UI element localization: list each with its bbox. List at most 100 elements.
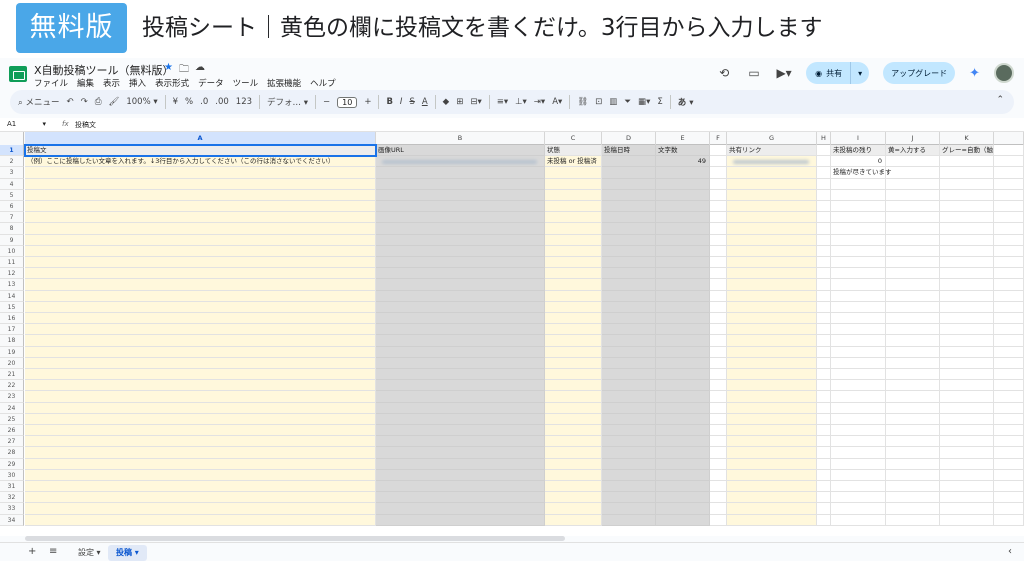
- cell[interactable]: [602, 279, 656, 291]
- cell[interactable]: [994, 380, 1024, 392]
- cell[interactable]: [831, 413, 886, 425]
- menu-item[interactable]: 表示形式: [155, 77, 189, 89]
- cell[interactable]: [940, 391, 994, 403]
- cell[interactable]: [602, 458, 656, 470]
- cell[interactable]: [886, 402, 940, 414]
- cell[interactable]: [886, 313, 940, 325]
- cell[interactable]: [817, 156, 831, 168]
- cell[interactable]: [376, 458, 545, 470]
- cell[interactable]: [545, 413, 602, 425]
- cell[interactable]: [886, 425, 940, 437]
- cell[interactable]: [602, 492, 656, 504]
- font-select[interactable]: デフォ… ▾: [267, 96, 308, 108]
- cell[interactable]: [940, 324, 994, 336]
- cell[interactable]: [376, 167, 545, 179]
- menu-item[interactable]: 拡張機能: [267, 77, 301, 89]
- cell[interactable]: [940, 223, 994, 235]
- cell[interactable]: [710, 324, 727, 336]
- add-sheet-icon[interactable]: +: [28, 546, 36, 557]
- name-box[interactable]: A1 ▾: [7, 120, 53, 128]
- cell[interactable]: [545, 268, 602, 280]
- cell[interactable]: [376, 436, 545, 448]
- cell[interactable]: [602, 234, 656, 246]
- cell[interactable]: [831, 234, 886, 246]
- cell[interactable]: [831, 189, 886, 201]
- cell[interactable]: [994, 234, 1024, 246]
- cell[interactable]: [831, 245, 886, 257]
- cell[interactable]: [656, 447, 710, 459]
- cell[interactable]: [727, 212, 817, 224]
- cell[interactable]: [886, 178, 940, 190]
- cell[interactable]: [545, 201, 602, 213]
- cell[interactable]: [886, 290, 940, 302]
- comment-add-icon[interactable]: ⊡: [595, 97, 602, 107]
- cell[interactable]: [886, 301, 940, 313]
- cell[interactable]: [940, 167, 994, 179]
- cell[interactable]: [727, 503, 817, 515]
- cell[interactable]: [656, 391, 710, 403]
- row-number[interactable]: 4: [0, 178, 24, 190]
- cell[interactable]: [710, 413, 727, 425]
- cell[interactable]: [817, 279, 831, 291]
- cell[interactable]: [656, 469, 710, 481]
- cell[interactable]: [25, 503, 376, 515]
- cell[interactable]: [376, 447, 545, 459]
- cell[interactable]: [710, 503, 727, 515]
- cell[interactable]: [25, 469, 376, 481]
- cell[interactable]: [602, 324, 656, 336]
- strikethrough-icon[interactable]: S: [409, 97, 414, 107]
- cell[interactable]: [817, 335, 831, 347]
- cell[interactable]: [886, 469, 940, 481]
- cell[interactable]: [940, 301, 994, 313]
- cell[interactable]: [886, 189, 940, 201]
- cell[interactable]: [940, 212, 994, 224]
- cell[interactable]: [727, 413, 817, 425]
- row-number[interactable]: 12: [0, 268, 24, 280]
- cell[interactable]: [376, 178, 545, 190]
- cell[interactable]: [710, 268, 727, 280]
- cell[interactable]: [886, 156, 940, 168]
- cell[interactable]: [994, 357, 1024, 369]
- cell[interactable]: [602, 201, 656, 213]
- cell[interactable]: [376, 301, 545, 313]
- row-number[interactable]: 3: [0, 167, 24, 179]
- cell[interactable]: [376, 212, 545, 224]
- percent-format-button[interactable]: %: [185, 97, 193, 107]
- cell[interactable]: [545, 447, 602, 459]
- cell[interactable]: [656, 402, 710, 414]
- cell[interactable]: [817, 402, 831, 414]
- cell[interactable]: [545, 469, 602, 481]
- cell[interactable]: [817, 425, 831, 437]
- cell[interactable]: [817, 167, 831, 179]
- cell[interactable]: [831, 492, 886, 504]
- cell[interactable]: [25, 514, 376, 526]
- cell[interactable]: [994, 189, 1024, 201]
- cell[interactable]: [940, 268, 994, 280]
- share-main[interactable]: ◉ 共有: [806, 62, 852, 84]
- cell[interactable]: [831, 380, 886, 392]
- increase-decimal-button[interactable]: .00: [215, 97, 229, 107]
- cell[interactable]: [25, 324, 376, 336]
- cell[interactable]: [710, 436, 727, 448]
- cell[interactable]: [545, 234, 602, 246]
- cell[interactable]: [886, 234, 940, 246]
- cell[interactable]: [940, 189, 994, 201]
- cell[interactable]: [886, 436, 940, 448]
- cell[interactable]: [994, 156, 1024, 168]
- cell[interactable]: [831, 223, 886, 235]
- cell[interactable]: [376, 268, 545, 280]
- collapse-toolbar-icon[interactable]: ⌃: [996, 95, 1004, 105]
- row-number[interactable]: 31: [0, 481, 24, 493]
- cell[interactable]: [940, 290, 994, 302]
- row-number[interactable]: 1: [0, 145, 24, 157]
- paint-format-icon[interactable]: 🖌: [109, 97, 120, 107]
- cell[interactable]: [545, 391, 602, 403]
- cell[interactable]: [25, 413, 376, 425]
- cell[interactable]: [656, 514, 710, 526]
- cell[interactable]: [727, 201, 817, 213]
- cell[interactable]: [545, 425, 602, 437]
- tab-settings[interactable]: 設定 ▾: [70, 545, 109, 561]
- cell[interactable]: [376, 425, 545, 437]
- cell[interactable]: [727, 391, 817, 403]
- cell[interactable]: 投稿が尽きています: [831, 167, 892, 179]
